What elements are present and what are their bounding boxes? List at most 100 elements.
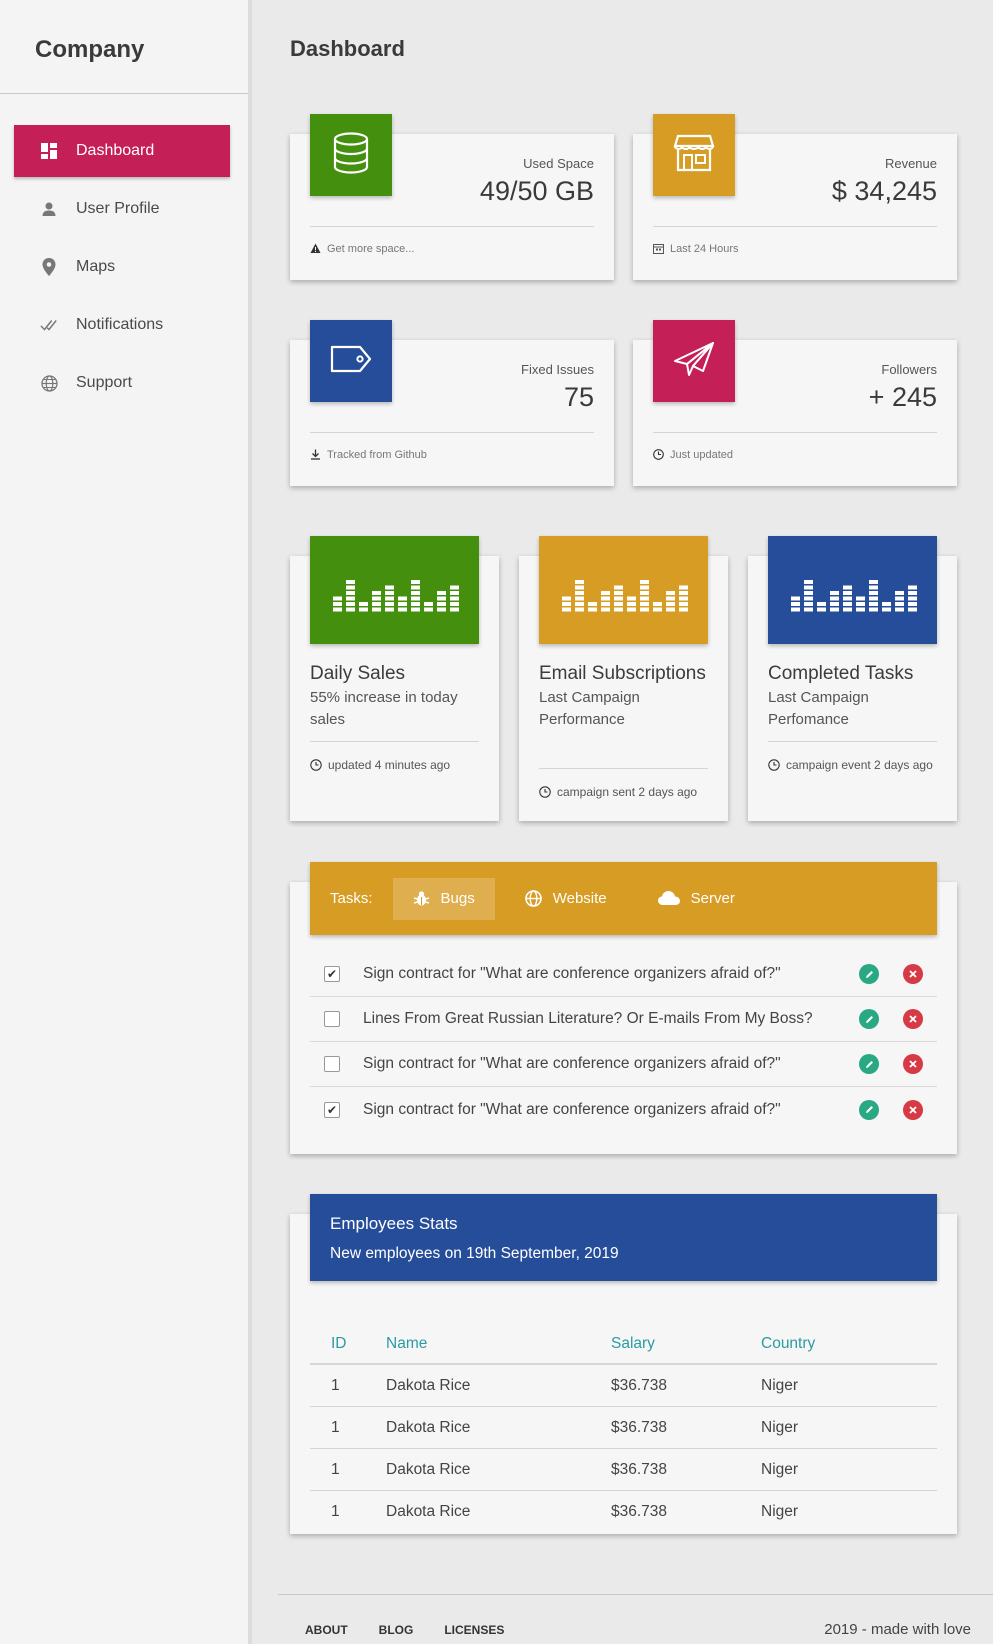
sidebar-item-user-profile[interactable]: User Profile xyxy=(14,183,230,235)
task-row: Lines From Great Russian Literature? Or … xyxy=(310,997,937,1042)
delete-button[interactable] xyxy=(903,964,923,984)
footer-links: ABOUT BLOG LICENSES xyxy=(305,1623,535,1637)
chart-footer-text: campaign event 2 days ago xyxy=(786,758,933,772)
edit-button[interactable] xyxy=(859,964,879,984)
bar-chart-icon xyxy=(560,560,688,620)
task-row: ✔ Sign contract for "What are conference… xyxy=(310,952,937,997)
sidebar-item-label: Notifications xyxy=(76,316,164,333)
chart-footer: campaign event 2 days ago xyxy=(768,741,937,772)
column-header[interactable]: Name xyxy=(386,1335,611,1353)
stat-footer: Last 24 Hours xyxy=(653,226,937,255)
edit-button[interactable] xyxy=(859,1054,879,1074)
stat-footer-text: Last 24 Hours xyxy=(670,243,739,255)
sidebar-item-label: Dashboard xyxy=(76,142,155,159)
edit-button[interactable] xyxy=(859,1099,879,1120)
footer-link-licenses[interactable]: LICENSES xyxy=(444,1623,504,1637)
cell-id: 1 xyxy=(331,1376,340,1394)
sidebar: Company Dashboard User Profile Maps Noti… xyxy=(0,0,252,1644)
chart-title-block: Completed Tasks Last Campaign Perfomance xyxy=(768,660,937,731)
bar-chart-icon xyxy=(331,560,459,620)
tab-server[interactable]: Server xyxy=(637,878,755,920)
sidebar-item-label: User Profile xyxy=(76,200,160,217)
column-header[interactable]: Salary xyxy=(611,1335,761,1353)
table-row: 1 Dakota Rice $36.738 Niger xyxy=(310,1365,937,1407)
stat-category: Revenue xyxy=(884,156,937,171)
tab-website[interactable]: Website xyxy=(505,878,627,920)
page-title: Dashboard xyxy=(290,36,405,61)
cloud-icon xyxy=(657,890,681,908)
stat-footer-text: Tracked from Github xyxy=(327,449,427,461)
stat-category: Followers xyxy=(881,362,937,377)
main-content: Dashboard Used Space 49/50 GB Get more s… xyxy=(256,0,993,1644)
chart-subtitle: 55% increase in today sales xyxy=(310,689,458,728)
table-row: 1 Dakota Rice $36.738 Niger xyxy=(310,1407,937,1449)
clock-icon xyxy=(539,785,552,799)
close-icon xyxy=(909,1060,917,1068)
clock-icon xyxy=(768,758,781,772)
close-icon xyxy=(909,1015,917,1023)
stat-value: 75 xyxy=(563,382,594,412)
pencil-icon xyxy=(865,970,873,978)
chart-subtitle: Last Campaign Performance xyxy=(539,689,640,728)
stat-value: 49/50 GB xyxy=(479,176,594,206)
column-header[interactable]: ID xyxy=(310,1335,386,1353)
cell-country: Niger xyxy=(761,1418,799,1436)
stat-tile xyxy=(310,320,392,402)
chart-title-block: Email Subscriptions Last Campaign Perfor… xyxy=(539,660,708,731)
sidebar-item-label: Support xyxy=(76,374,133,391)
cell-id: 1 xyxy=(331,1418,340,1436)
employees-header: Employees Stats New employees on 19th Se… xyxy=(310,1194,937,1281)
task-checkbox[interactable] xyxy=(324,1056,340,1072)
column-header[interactable]: Country xyxy=(761,1335,937,1353)
chart-card-daily-sales: Daily Sales 55% increase in today sales … xyxy=(290,536,499,821)
delete-button[interactable] xyxy=(903,1054,923,1074)
chart-card-email-subscriptions: Email Subscriptions Last Campaign Perfor… xyxy=(519,536,728,821)
delete-button[interactable] xyxy=(903,1009,923,1029)
task-row: Sign contract for "What are conference o… xyxy=(310,1042,937,1087)
task-checkbox[interactable]: ✔ xyxy=(324,966,340,982)
sidebar-item-maps[interactable]: Maps xyxy=(14,241,230,293)
stat-footer: Get more space... xyxy=(310,226,594,255)
delete-button[interactable] xyxy=(903,1099,923,1120)
location-pin-icon xyxy=(40,258,58,276)
download-icon xyxy=(310,449,322,461)
tab-bugs[interactable]: Bugs xyxy=(392,877,495,920)
sidebar-item-support[interactable]: Support xyxy=(14,357,230,409)
tab-label: Server xyxy=(690,890,735,907)
tab-label: Website xyxy=(552,890,607,907)
stat-footer-link[interactable]: Get more space... xyxy=(327,243,414,255)
cell-name: Dakota Rice xyxy=(386,1503,471,1520)
pencil-icon xyxy=(865,1106,873,1113)
stat-tile xyxy=(310,114,392,196)
sidebar-nav: Dashboard User Profile Maps Notification… xyxy=(0,125,248,409)
footer-link-about[interactable]: ABOUT xyxy=(305,1623,348,1637)
clock-icon xyxy=(653,449,665,461)
task-checkbox[interactable]: ✔ xyxy=(324,1101,340,1118)
task-row: ✔ Sign contract for "What are conference… xyxy=(310,1087,937,1132)
close-icon xyxy=(909,1105,917,1114)
cell-salary: $36.738 xyxy=(611,1418,668,1436)
stat-card-fixed-issues: Fixed Issues 75 Tracked from Github xyxy=(290,320,614,486)
cell-country: Niger xyxy=(761,1460,799,1478)
task-text: Sign contract for "What are conference o… xyxy=(363,1055,781,1072)
footer-link-blog[interactable]: BLOG xyxy=(379,1623,414,1637)
task-text: Sign contract for "What are conference o… xyxy=(363,965,781,982)
chart-footer: updated 4 minutes ago xyxy=(310,741,479,772)
footer: ABOUT BLOG LICENSES 2019 - made with lov… xyxy=(278,1594,993,1644)
task-text: Sign contract for "What are conference o… xyxy=(363,1100,781,1118)
employees-table: ID Name Salary Country 1 Dakota Rice $36… xyxy=(310,1324,937,1533)
tasks-label: Tasks: xyxy=(330,890,373,907)
sidebar-item-dashboard[interactable]: Dashboard xyxy=(14,125,230,177)
sidebar-item-notifications[interactable]: Notifications xyxy=(14,299,230,351)
warning-icon xyxy=(310,243,322,255)
chart-title-block: Daily Sales 55% increase in today sales xyxy=(310,660,479,731)
task-checkbox[interactable] xyxy=(324,1011,340,1027)
cell-salary: $36.738 xyxy=(611,1376,668,1394)
cell-name: Dakota Rice xyxy=(386,1460,471,1478)
calendar-icon xyxy=(653,243,665,255)
chart-footer-text: campaign sent 2 days ago xyxy=(557,785,698,799)
edit-button[interactable] xyxy=(859,1009,879,1029)
brand-logo[interactable]: Company xyxy=(0,0,248,94)
close-icon xyxy=(909,970,917,978)
stat-category: Used Space xyxy=(523,156,594,171)
